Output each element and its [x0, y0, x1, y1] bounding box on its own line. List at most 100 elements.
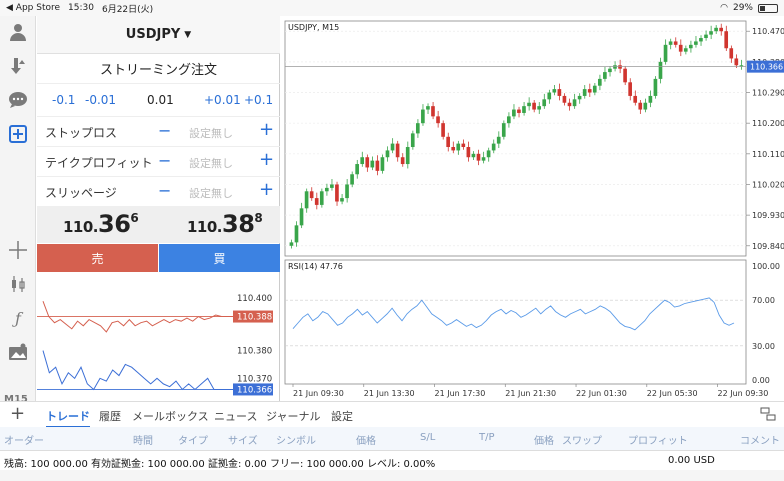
candle-body [557, 89, 562, 96]
tab-mailbox[interactable]: メールボックス [132, 408, 209, 424]
col-time[interactable]: 時間 [133, 432, 153, 447]
tick-current-tag: 110.388 [237, 313, 272, 323]
stop-loss-plus-button[interactable]: + [259, 119, 274, 140]
tab-journal[interactable]: ジャーナル [266, 408, 320, 424]
battery-icon [758, 3, 778, 13]
col-price[interactable]: 価格 [356, 432, 376, 447]
candle-body [421, 109, 425, 124]
stop-loss-label: ストップロス [45, 126, 118, 140]
bottom-tabs: + トレード 履歴 メールボックス ニュース ジャーナル 設定 [0, 401, 784, 428]
take-profit-value[interactable]: 設定無し [189, 155, 233, 171]
buy-button[interactable]: 買 [159, 244, 280, 272]
take-profit-label: テイクプロフィット [45, 156, 153, 170]
time-axis-label: 22 Jun 01:30 [576, 389, 627, 398]
col-tp[interactable]: T/P [479, 432, 495, 443]
new-order-icon[interactable] [6, 122, 30, 146]
trade-arrows-icon[interactable] [6, 54, 30, 78]
stop-loss-minus-button[interactable]: − [158, 121, 171, 140]
candle-body [567, 102, 572, 107]
chat-icon[interactable] [6, 88, 30, 112]
candle-body [319, 191, 324, 205]
lot-plus-01-button[interactable]: +0.1 [244, 93, 273, 107]
trade-table-header: オーダー 時間 タイプ サイズ シンボル 価格 S/L T/P 価格 スワップ … [0, 427, 784, 450]
candle-body [603, 72, 607, 79]
candle-body [719, 27, 723, 32]
candle-body [390, 143, 395, 151]
rsi-axis-label: 70.00 [752, 296, 775, 305]
back-to-app-store[interactable]: ◀ App Store [6, 3, 60, 13]
tick-level-label: 110.370 [237, 374, 272, 384]
candle-body [653, 78, 658, 96]
account-icon[interactable] [6, 20, 30, 44]
candle-body [688, 44, 693, 49]
ask-tick-chart: 110.380 110.370110.366 [37, 347, 273, 396]
lot-plus-001-button[interactable]: +0.01 [204, 93, 241, 107]
tab-settings[interactable]: 設定 [331, 408, 353, 424]
lot-value[interactable]: 0.01 [147, 93, 174, 107]
candle-body [481, 157, 486, 161]
take-profit-plus-button[interactable]: + [259, 149, 274, 170]
slippage-value[interactable]: 設定無し [189, 185, 233, 201]
candle-body [704, 34, 708, 39]
slippage-minus-button[interactable]: − [158, 181, 171, 200]
take-profit-minus-button[interactable]: − [158, 151, 171, 170]
tab-history[interactable]: 履歴 [99, 408, 121, 424]
chart-title: USDJPY, M15 [288, 23, 339, 32]
rsi-plot-frame [284, 259, 747, 385]
crosshair-icon[interactable] [6, 238, 30, 262]
lot-minus-001-button[interactable]: -0.01 [85, 93, 116, 107]
col-symbol[interactable]: シンボル [276, 432, 316, 447]
sell-button[interactable]: 売 [37, 244, 158, 272]
stop-loss-value[interactable]: 設定無し [189, 125, 233, 141]
indicator-f-icon[interactable]: ƒ [6, 306, 30, 330]
col-type[interactable]: タイプ [178, 432, 208, 447]
candle-body [365, 157, 370, 168]
tick-current-tag: 110.366 [237, 385, 272, 395]
candle-body [734, 58, 739, 66]
candle-body [582, 89, 587, 96]
candle-body [324, 187, 329, 192]
candle-body [330, 184, 334, 188]
candle-body [451, 147, 456, 151]
col-swap[interactable]: スワップ [562, 432, 602, 447]
candle-body [476, 153, 481, 161]
col-order[interactable]: オーダー [4, 432, 44, 447]
objects-icon[interactable] [6, 340, 30, 364]
layout-icon[interactable] [760, 406, 776, 426]
symbol-selector[interactable]: USDJPY ▼ [37, 16, 280, 54]
order-type-selector[interactable]: ストリーミング注文 [37, 54, 280, 84]
col-profit[interactable]: プロフィット [628, 432, 688, 447]
col-comment[interactable]: コメント [740, 432, 780, 447]
tab-trade[interactable]: トレード [46, 408, 90, 428]
time-axis-label: 21 Jun 21:30 [505, 389, 556, 398]
candle-body [673, 41, 678, 45]
balance-text: 残高: 100 000.00 有効証拠金: 100 000.00 証拠金: 0.… [4, 459, 436, 470]
candle-body [572, 99, 577, 107]
candle-body [522, 106, 526, 113]
tab-news[interactable]: ニュース [214, 408, 257, 424]
candle-body [350, 174, 354, 185]
price-chart[interactable]: 110.470110.380110.290110.200110.110110.0… [281, 16, 784, 401]
candle-body [345, 184, 349, 199]
candle-body [714, 27, 718, 32]
candles-icon[interactable] [6, 272, 30, 296]
clock: 15:30 [68, 3, 94, 13]
candle-body [547, 92, 552, 100]
candlestick-chart[interactable]: 110.470110.380110.290110.200110.110110.0… [281, 16, 784, 401]
candle-body [405, 147, 410, 165]
candle-body [699, 38, 703, 42]
bottom-strip [0, 470, 784, 481]
col-sl[interactable]: S/L [420, 432, 435, 443]
add-icon[interactable]: + [10, 403, 25, 424]
candle-body [400, 157, 405, 165]
lot-minus-01-button[interactable]: -0.1 [52, 93, 75, 107]
time-axis-label: 21 Jun 13:30 [364, 389, 415, 398]
col-price-current[interactable]: 価格 [534, 432, 554, 447]
candle-body [385, 150, 390, 158]
candle-body [663, 44, 668, 62]
candle-body [355, 164, 359, 175]
candle-body [709, 31, 713, 35]
col-size[interactable]: サイズ [228, 432, 258, 447]
slippage-plus-button[interactable]: + [259, 179, 274, 200]
time-axis-label: 21 Jun 17:30 [435, 389, 486, 398]
